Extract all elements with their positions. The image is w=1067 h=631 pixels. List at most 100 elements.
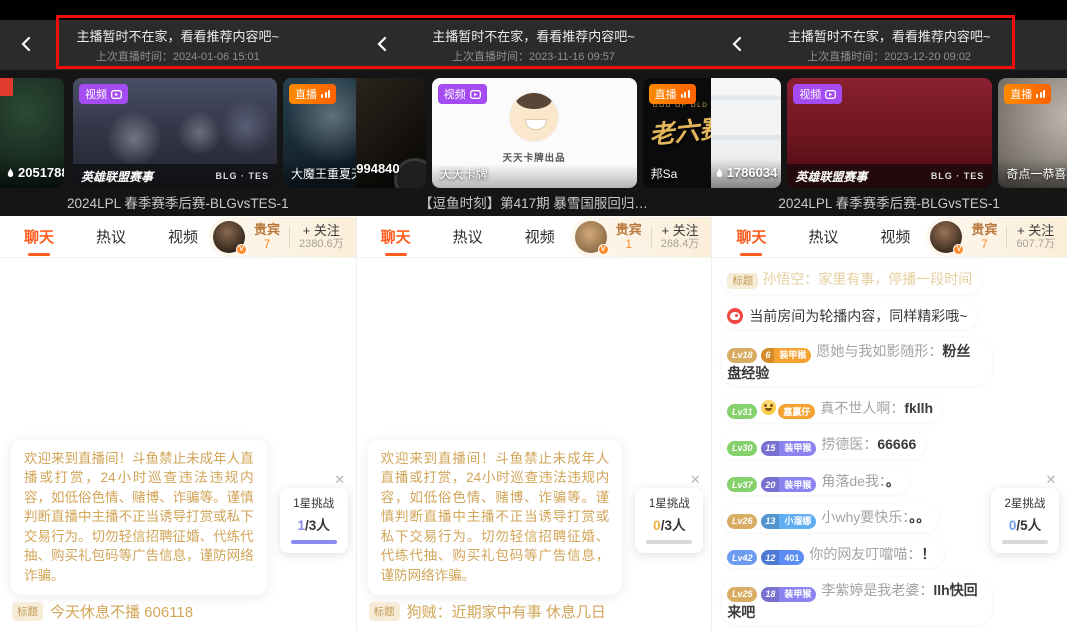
divider	[1006, 226, 1007, 248]
video-badge: 视频	[793, 84, 842, 104]
tab-chat[interactable]: 聊天	[381, 226, 411, 247]
username: 小why要快乐：	[821, 509, 909, 525]
vip-count: 1	[625, 238, 632, 252]
title-badge: 标题	[12, 602, 43, 621]
tab-chat[interactable]: 聊天	[24, 226, 54, 247]
thumbnail-live-stream[interactable]: 直播 大魔王重夏天	[283, 78, 356, 188]
tabbar: 聊天 热议 视频 V 贵宾 7 + 关注 607.7万	[712, 216, 1067, 258]
close-icon[interactable]: ✕	[687, 472, 703, 488]
close-icon[interactable]: ✕	[1043, 472, 1059, 488]
challenge-progress: 1/3人	[285, 514, 343, 534]
message-text: 66666	[877, 436, 916, 452]
live-badge: 直播	[289, 84, 336, 104]
douyu-logo-icon	[727, 308, 743, 324]
header-section-1: 主播暂时不在家，看看推荐内容吧~ 上次直播时间：2024-01-06 15:01	[0, 20, 356, 70]
back-icon[interactable]	[370, 32, 394, 56]
thumbnail-live-stream[interactable]: 1786034	[711, 78, 781, 188]
title-text: 狗贼：近期家中有事 休息几日	[407, 601, 606, 622]
username: 捞德医：	[821, 436, 877, 452]
fan-badge: 13小溜娜	[761, 514, 816, 529]
chat-body: 标题 孙悟空：家里有事，停播一段时间当前房间为轮播内容，同样精彩哦~Lv186装…	[712, 258, 1067, 630]
thumbnail-live-stream[interactable]: 直播 奇点一恭喜发	[998, 78, 1067, 188]
band-teams: BLG · TES	[216, 171, 270, 181]
room-panel-2: 聊天 热议 视频 V 贵宾 1 + 关注 268.4万	[356, 216, 712, 631]
tab-hot[interactable]: 热议	[96, 226, 126, 247]
fan-badge: 12401	[761, 550, 804, 565]
streamer-name: 大魔王重夏天	[291, 165, 356, 182]
carousel-caption: 2024LPL 春季赛季后赛-BLGvsTES-1	[0, 192, 356, 212]
vip-v-icon: V	[236, 244, 247, 255]
level-badge: Lv30	[727, 441, 757, 456]
follower-count: 607.7万	[1016, 238, 1055, 251]
emoji-face-icon	[761, 400, 776, 415]
level-badge: Lv25	[727, 587, 757, 602]
last-live-time: 上次直播时间：2023-11-16 09:57	[452, 48, 615, 64]
chat-body: 欢迎来到直播间！斗鱼禁止未成年人直播或打赏，24小时巡查违法违规内容，如低俗色情…	[357, 258, 712, 630]
streamer-name: 奇点一恭喜发	[1006, 165, 1067, 182]
follow-button[interactable]: + 关注 2380.6万	[299, 223, 344, 252]
band-label: 英雄联盟赛事	[81, 168, 153, 185]
message-text: fkllh	[904, 400, 933, 416]
live-badge: 直播	[1004, 84, 1051, 104]
back-icon[interactable]	[725, 32, 749, 56]
follow-pill: V 贵宾 7 + 关注 2380.6万	[209, 217, 356, 257]
challenge-bar	[291, 540, 337, 544]
username: 你的网友叮噹喵：	[809, 546, 921, 562]
tab-hot[interactable]: 热议	[453, 226, 483, 247]
thumbnail-lpl-video[interactable]: 视频 英雄联盟赛事 BLG · TES	[787, 78, 992, 188]
last-live-time: 上次直播时间：2023-12-20 09:02	[807, 48, 971, 64]
thumbnail-live-stream[interactable]: 直播 GOD OF OLD SIX 老六赛 邦Sa	[643, 78, 712, 188]
chat-message: Lv4212401你的网友叮噹喵：！	[722, 541, 944, 569]
streamer-avatar[interactable]: V	[213, 221, 245, 253]
tab-video[interactable]: 视频	[168, 226, 198, 247]
challenge-card[interactable]: 1星挑战 1/3人	[280, 488, 348, 553]
thumbnail-lol-game[interactable]: 2051788	[0, 78, 64, 188]
challenge-widget: ✕ 2星挑战 0/5人	[991, 472, 1059, 553]
chat-message: Lv3720装甲猴角落de我：。	[722, 468, 909, 496]
carousel-panel-2: 1994840 视频 天天卡牌出品 天天卡牌 直播 GOD OF OLD SIX…	[356, 70, 712, 216]
chat-panels: 聊天 热议 视频 V 贵宾 7 + 关注 2380.6万	[0, 216, 1067, 631]
chat-body: 欢迎来到直播间！斗鱼禁止未成年人直播或打赏，24小时巡查违法违规内容，如低俗色情…	[0, 258, 356, 630]
signal-bars-icon	[321, 90, 330, 98]
viewer-count: 2051788	[6, 165, 64, 180]
follower-count: 2380.6万	[299, 238, 344, 251]
vip-label: 贵宾	[616, 223, 642, 238]
tab-chat[interactable]: 聊天	[736, 226, 766, 247]
band-teams: BLG · TES	[931, 171, 985, 181]
challenge-name: 1星挑战	[640, 495, 698, 511]
tab-video[interactable]: 视频	[880, 226, 910, 247]
challenge-bar	[646, 540, 692, 544]
streamer-name: 邦Sa	[651, 165, 678, 182]
room-panel-3: 聊天 热议 视频 V 贵宾 7 + 关注 607.7万	[711, 216, 1067, 631]
challenge-card[interactable]: 1星挑战 0/3人	[635, 488, 703, 553]
back-icon[interactable]	[14, 32, 38, 56]
vip-v-icon: V	[598, 244, 609, 255]
header-section-2: 主播暂时不在家，看看推荐内容吧~ 上次直播时间：2023-11-16 09:57	[356, 20, 712, 70]
offline-notice: 主播暂时不在家，看看推荐内容吧~	[432, 26, 635, 45]
streamer-avatar[interactable]: V	[930, 221, 962, 253]
tab-hot[interactable]: 热议	[808, 226, 838, 247]
room-title-message: 标题 狗贼：近期家中有事 休息几日	[369, 601, 606, 622]
thumbnail-card-video[interactable]: 视频 天天卡牌出品 天天卡牌	[432, 78, 637, 188]
chat-message: Lv186装甲猴愿她与我如影随形：粉丝盘经验	[722, 338, 992, 386]
last-live-time: 上次直播时间：2024-01-06 15:01	[96, 48, 260, 64]
title-badge: 标题	[369, 602, 400, 621]
challenge-name: 2星挑战	[996, 495, 1054, 511]
carousel-caption: 2024LPL 春季赛季后赛-BLGvsTES-1	[711, 192, 1067, 212]
follow-button[interactable]: + 关注 607.7万	[1016, 223, 1055, 252]
close-icon[interactable]: ✕	[332, 472, 348, 488]
title-badge: 标题	[727, 273, 758, 289]
thumbnail-live-stream[interactable]: 1994840	[356, 78, 426, 188]
follow-button[interactable]: + 关注 268.4万	[661, 223, 700, 252]
tab-video[interactable]: 视频	[525, 226, 555, 247]
streamer-avatar[interactable]: V	[575, 221, 607, 253]
channel-name: 天天卡牌	[440, 165, 488, 182]
message-text: ！	[921, 546, 935, 562]
poster-title: 老六赛	[647, 108, 711, 152]
challenge-widget: ✕ 1星挑战 1/3人	[280, 472, 348, 553]
chat-message: Lv2518装甲猴李紫婷是我老婆：llh快回来吧	[722, 577, 992, 625]
challenge-card[interactable]: 2星挑战 0/5人	[991, 488, 1059, 553]
chat-message: Lv2613小溜娜小why要快乐：。。	[722, 504, 939, 532]
thumbnail-lpl-video[interactable]: 视频 英雄联盟赛事 BLG · TES	[73, 78, 277, 188]
viewer-count: 1994840	[356, 161, 400, 176]
